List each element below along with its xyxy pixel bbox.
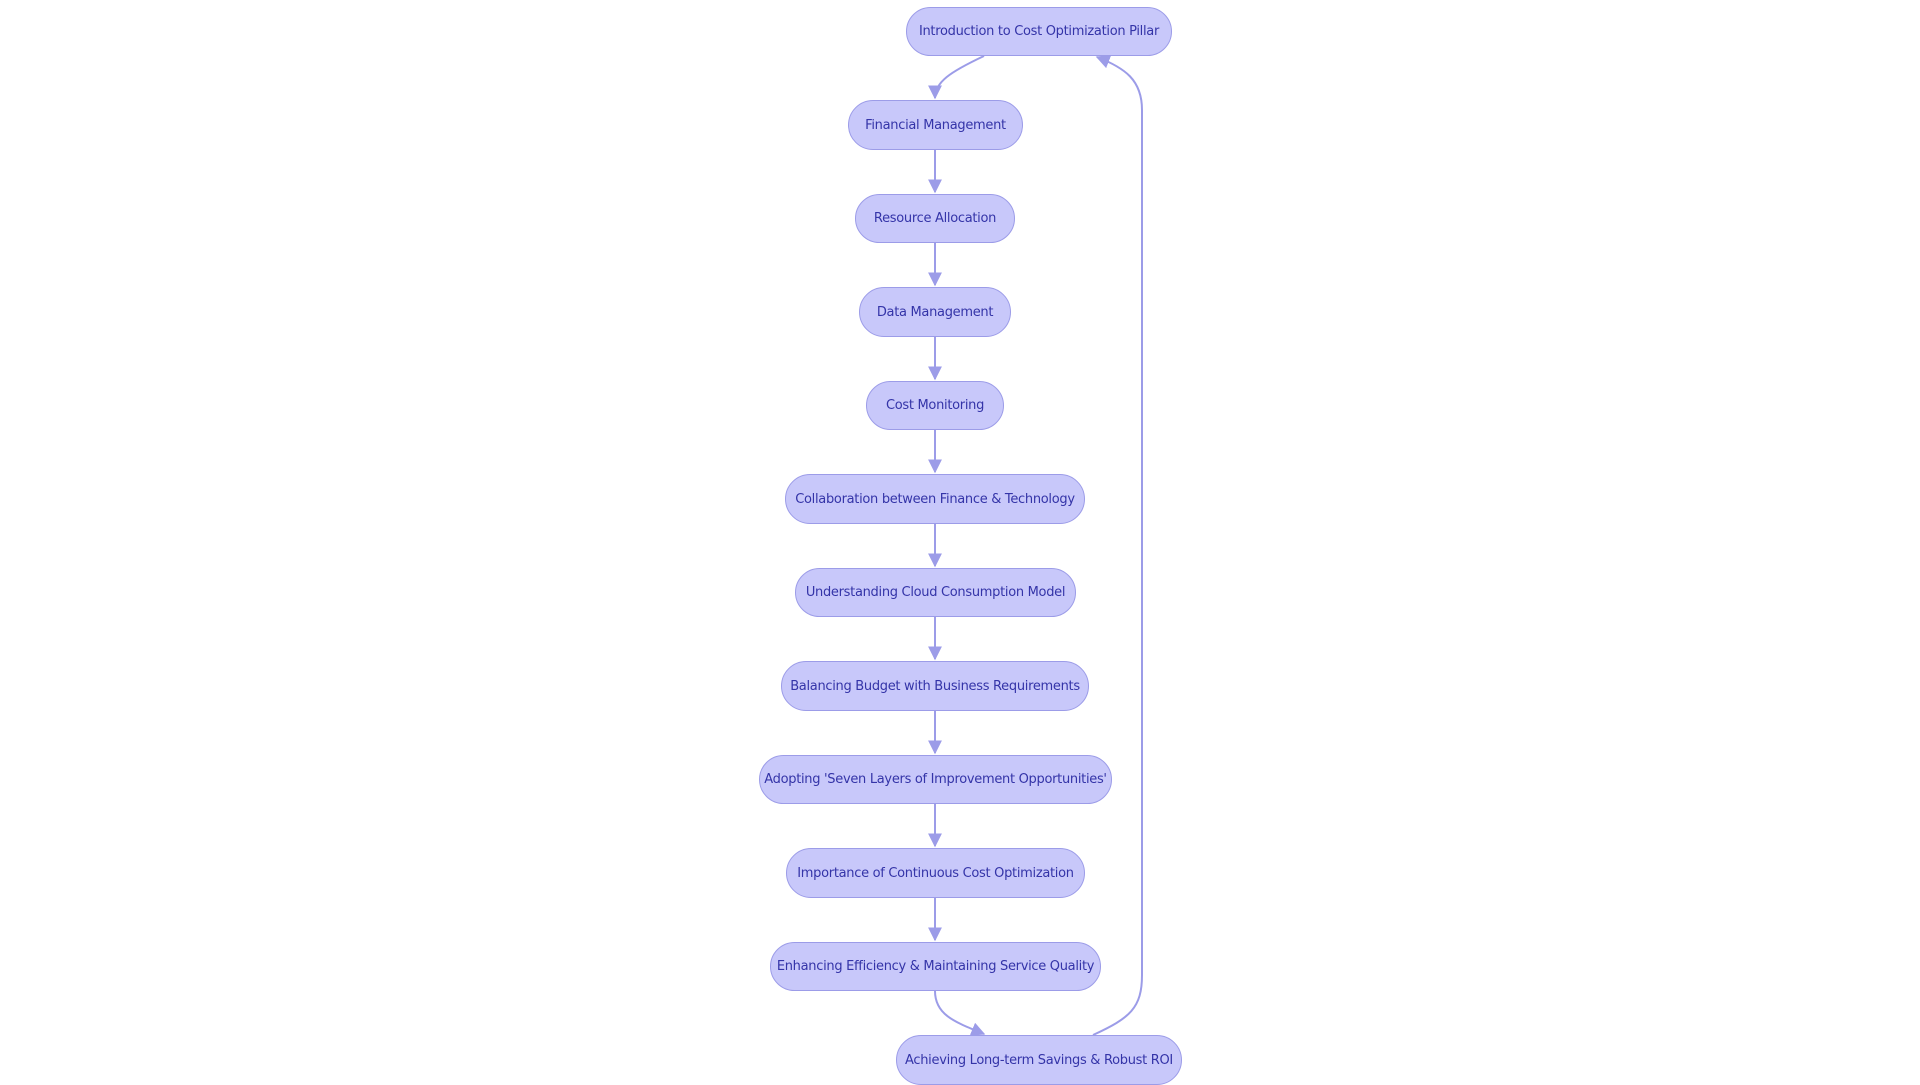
node-label: Understanding Cloud Consumption Model xyxy=(805,585,1066,600)
node-sevenlayers[interactable]: Adopting 'Seven Layers of Improvement Op… xyxy=(759,755,1112,804)
node-label: Introduction to Cost Optimization Pillar xyxy=(918,24,1160,39)
node-consumption[interactable]: Understanding Cloud Consumption Model xyxy=(795,568,1076,617)
node-label: Financial Management xyxy=(865,117,1006,133)
edges-layer xyxy=(928,55,1143,1036)
edge-intro-to-financial xyxy=(928,55,985,100)
edge-savings-to-intro xyxy=(1092,55,1143,1036)
node-monitoring[interactable]: Cost Monitoring xyxy=(866,381,1004,430)
node-label: Enhancing Efficiency & Maintaining Servi… xyxy=(776,959,1095,974)
node-label: Resource Allocation xyxy=(873,211,997,226)
edge-efficiency-to-savings xyxy=(934,990,986,1036)
flowchart: Introduction to Cost Optimization Pillar… xyxy=(0,0,1920,1085)
node-savings[interactable]: Achieving Long-term Savings & Robust ROI xyxy=(896,1035,1182,1085)
node-intro[interactable]: Introduction to Cost Optimization Pillar xyxy=(906,7,1172,56)
node-collab[interactable]: Collaboration between Finance & Technolo… xyxy=(785,474,1085,524)
node-efficiency[interactable]: Enhancing Efficiency & Maintaining Servi… xyxy=(770,942,1101,991)
node-continuous[interactable]: Importance of Continuous Cost Optimizati… xyxy=(786,848,1085,898)
node-label: Cost Monitoring xyxy=(885,398,985,413)
node-label: Data Management xyxy=(876,304,994,320)
node-label: Balancing Budget with Business Requireme… xyxy=(790,678,1080,694)
node-budget[interactable]: Balancing Budget with Business Requireme… xyxy=(781,661,1089,711)
node-financial[interactable]: Financial Management xyxy=(848,100,1023,150)
node-label: Adopting 'Seven Layers of Improvement Op… xyxy=(764,772,1107,787)
node-data[interactable]: Data Management xyxy=(859,287,1011,337)
node-label: Achieving Long-term Savings & Robust ROI xyxy=(905,1052,1173,1068)
node-label: Importance of Continuous Cost Optimizati… xyxy=(797,865,1074,881)
node-label: Collaboration between Finance & Technolo… xyxy=(795,491,1075,507)
node-resource[interactable]: Resource Allocation xyxy=(855,194,1015,243)
